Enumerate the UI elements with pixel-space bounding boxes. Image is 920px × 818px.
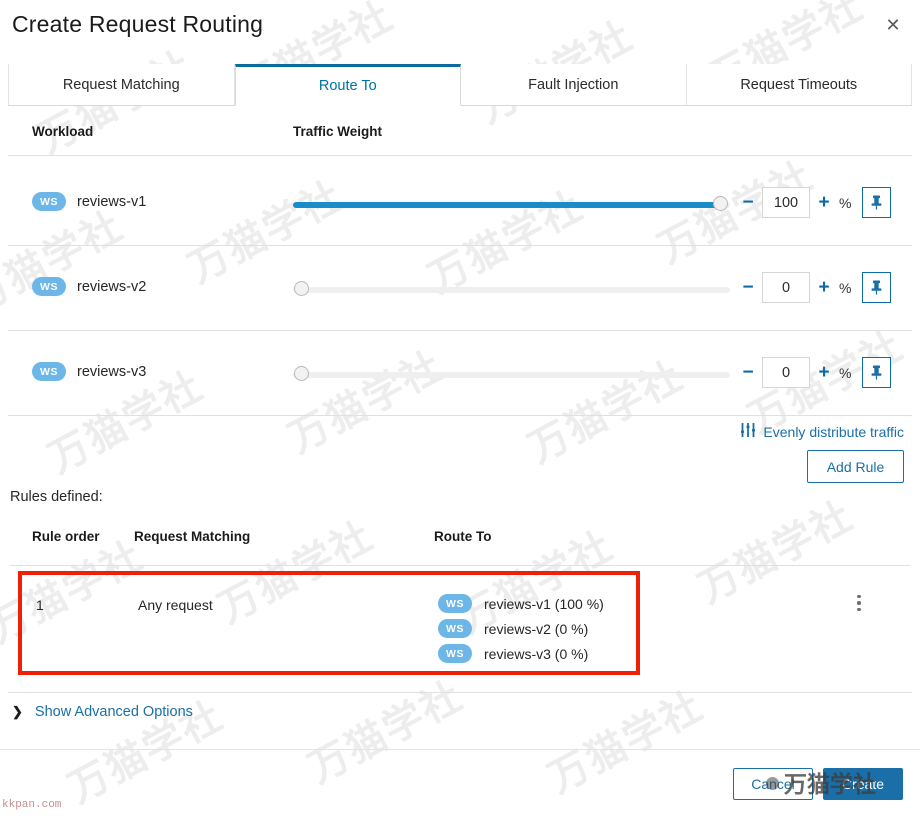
pin-icon[interactable] (862, 357, 892, 388)
column-header-request-matching: Request Matching (134, 529, 251, 544)
divider (10, 565, 910, 566)
list-item: WS reviews-v3 (0 %) (438, 644, 604, 663)
workload-identity: WS reviews-v1 (32, 192, 146, 211)
list-item: WS reviews-v1 (100 %) (438, 594, 604, 613)
kebab-menu-icon[interactable] (850, 589, 868, 617)
rule-order-value: 1 (36, 597, 44, 613)
tab-request-timeouts[interactable]: Request Timeouts (686, 64, 912, 105)
add-rule-button[interactable]: Add Rule (807, 450, 904, 483)
workload-row-reviews-v1: WS reviews-v1 − + % (8, 160, 912, 245)
weight-stepper-reviews-v1: − + % (738, 187, 892, 218)
close-icon[interactable]: ✕ (880, 12, 906, 38)
workload-row-reviews-v3: WS reviews-v3 − + % (8, 330, 912, 415)
slider-thumb[interactable] (713, 196, 728, 211)
divider (8, 155, 912, 156)
column-header-route-to: Route To (434, 529, 492, 544)
route-label: reviews-v3 (0 %) (484, 645, 589, 662)
show-advanced-options-label: Show Advanced Options (34, 704, 193, 720)
percent-label: % (839, 194, 852, 211)
kebab-dot (857, 607, 861, 612)
slider-track (293, 372, 730, 378)
traffic-weight-slider[interactable] (293, 196, 730, 212)
kebab-dot (857, 601, 861, 605)
decrement-button[interactable]: − (738, 278, 758, 297)
tab-route-to[interactable]: Route To (234, 64, 461, 106)
rule-matching-value: Any request (138, 597, 213, 613)
decrement-button[interactable]: − (738, 363, 758, 382)
weight-input[interactable] (762, 272, 810, 303)
percent-label: % (839, 279, 852, 296)
evenly-distribute-traffic-link[interactable]: Evenly distribute traffic (741, 423, 904, 440)
tab-request-matching[interactable]: Request Matching (8, 64, 235, 105)
weight-stepper-reviews-v2: − + % (738, 272, 892, 303)
watermark-corner: kkpan.com (2, 799, 62, 811)
kebab-dot (857, 594, 861, 599)
pin-icon[interactable] (862, 272, 892, 303)
watermark-text: 万猫学社 (300, 672, 471, 793)
column-header-rule-order: Rule order (32, 529, 100, 544)
column-header-workload: Workload (32, 124, 94, 139)
workload-badge: WS (438, 594, 472, 613)
workload-identity: WS reviews-v2 (32, 277, 146, 296)
table-row[interactable]: 1 Any request WS reviews-v1 (100 %) WS r… (18, 571, 640, 675)
slider-thumb[interactable] (294, 366, 309, 381)
evenly-distribute-label: Evenly distribute traffic (763, 423, 904, 440)
workload-badge: WS (438, 619, 472, 638)
rules-defined-label: Rules defined: (10, 489, 103, 505)
slider-fill (293, 202, 720, 208)
workload-table-header: Workload Traffic Weight (8, 121, 912, 153)
weight-input[interactable] (762, 187, 810, 218)
tab-bar: Request Matching Route To Fault Injectio… (8, 64, 912, 106)
watermark-brand: 万猫学社 (766, 765, 876, 799)
divider (8, 415, 912, 416)
chevron-right-icon: ❯ (12, 704, 23, 719)
route-label: reviews-v1 (100 %) (484, 595, 604, 612)
column-header-traffic-weight: Traffic Weight (293, 124, 383, 139)
workload-identity: WS reviews-v3 (32, 362, 146, 381)
sliders-icon (741, 423, 756, 440)
percent-label: % (839, 364, 852, 381)
workload-badge: WS (32, 192, 66, 211)
show-advanced-options-toggle[interactable]: ❯ Show Advanced Options (12, 704, 193, 720)
slider-thumb[interactable] (294, 281, 309, 296)
divider (8, 692, 912, 693)
rule-route-list: WS reviews-v1 (100 %) WS reviews-v2 (0 %… (438, 594, 604, 669)
workload-row-reviews-v2: WS reviews-v2 − + % (8, 245, 912, 330)
workload-name: reviews-v2 (77, 278, 147, 295)
workload-name: reviews-v1 (77, 193, 147, 210)
divider (0, 749, 920, 750)
workload-badge: WS (438, 644, 472, 663)
workload-name: reviews-v3 (77, 363, 147, 380)
rules-table-header: Rule order Request Matching Route To (10, 529, 910, 557)
create-request-routing-modal: 万猫学社 万猫学社 万猫学社 万猫学社 万猫学社 万猫学社 万猫学社 万猫学社 … (0, 0, 920, 818)
tab-fault-injection[interactable]: Fault Injection (461, 64, 687, 105)
increment-button[interactable]: + (814, 278, 834, 297)
route-label: reviews-v2 (0 %) (484, 620, 589, 637)
weight-stepper-reviews-v3: − + % (738, 357, 892, 388)
increment-button[interactable]: + (814, 193, 834, 212)
decrement-button[interactable]: − (738, 193, 758, 212)
traffic-weight-slider[interactable] (293, 281, 730, 297)
weight-input[interactable] (762, 357, 810, 388)
slider-track (293, 287, 730, 293)
list-item: WS reviews-v2 (0 %) (438, 619, 604, 638)
pin-icon[interactable] (862, 187, 892, 218)
page-title: Create Request Routing (12, 11, 264, 37)
workload-badge: WS (32, 362, 66, 381)
watermark-text: 万猫学社 (540, 682, 711, 803)
traffic-weight-slider[interactable] (293, 366, 730, 382)
increment-button[interactable]: + (814, 363, 834, 382)
workload-badge: WS (32, 277, 66, 296)
